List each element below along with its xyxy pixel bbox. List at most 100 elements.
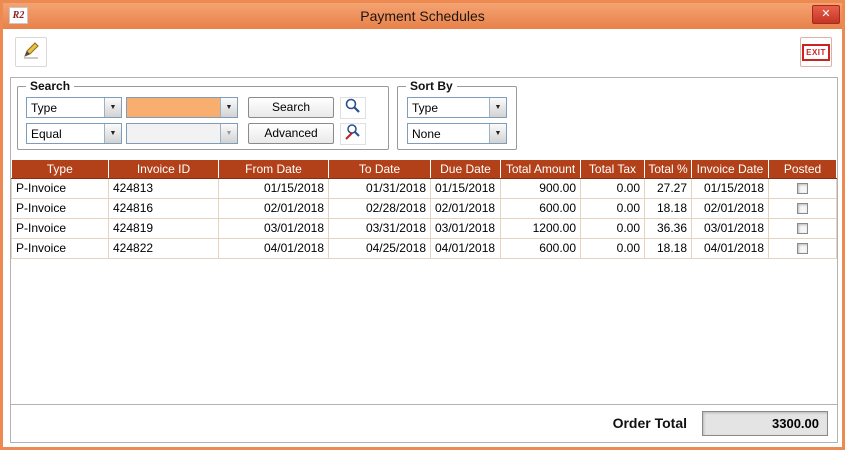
cell-to-date: 03/31/2018 — [329, 218, 431, 238]
cell-invoice-id: 424822 — [109, 238, 219, 258]
titlebar: R2 Payment Schedules ✕ — [3, 3, 842, 29]
search-field-value: Type — [27, 98, 104, 117]
cell-invoice-id: 424816 — [109, 198, 219, 218]
sortby-groupbox: Sort By Type ▼ None ▼ — [397, 86, 517, 150]
cell-invoice-date: 04/01/2018 — [692, 238, 769, 258]
cell-invoice-date: 03/01/2018 — [692, 218, 769, 238]
order-total-value: 3300.00 — [702, 411, 828, 436]
posted-checkbox[interactable] — [797, 203, 808, 214]
dropdown-arrow-icon: ▼ — [104, 98, 121, 117]
main-panel: Search Type ▼ ▼ Search Equal — [10, 77, 838, 443]
exit-icon: EXIT — [802, 44, 830, 61]
cell-total-percent: 36.36 — [645, 218, 692, 238]
cell-type: P-Invoice — [12, 178, 109, 198]
cell-due-date: 02/01/2018 — [431, 198, 501, 218]
cell-total-tax: 0.00 — [581, 198, 645, 218]
col-header-invoice-date: Invoice Date — [692, 160, 769, 178]
cell-due-date: 04/01/2018 — [431, 238, 501, 258]
cell-total-amount: 600.00 — [501, 238, 581, 258]
cell-from-date: 02/01/2018 — [219, 198, 329, 218]
search-value-text — [127, 98, 220, 117]
cell-invoice-id: 424813 — [109, 178, 219, 198]
table-header-row: Type Invoice ID From Date To Date Due Da… — [12, 160, 837, 178]
cell-invoice-date: 02/01/2018 — [692, 198, 769, 218]
table-row[interactable]: P-Invoice 424816 02/01/2018 02/28/2018 0… — [12, 198, 837, 218]
cell-posted — [769, 178, 837, 198]
search-button[interactable]: Search — [248, 97, 334, 118]
posted-checkbox[interactable] — [797, 223, 808, 234]
col-header-total-amount: Total Amount — [501, 160, 581, 178]
toolbar: EXIT — [3, 29, 842, 77]
find-button[interactable] — [340, 97, 366, 119]
dropdown-arrow-icon: ▼ — [104, 124, 121, 143]
sortby-primary-select[interactable]: Type ▼ — [407, 97, 507, 118]
cell-to-date: 01/31/2018 — [329, 178, 431, 198]
dropdown-arrow-icon: ▼ — [489, 98, 506, 117]
search-groupbox: Search Type ▼ ▼ Search Equal — [17, 86, 389, 150]
cell-total-percent: 18.18 — [645, 198, 692, 218]
search-field-select[interactable]: Type ▼ — [26, 97, 122, 118]
cell-total-tax: 0.00 — [581, 178, 645, 198]
cell-from-date: 03/01/2018 — [219, 218, 329, 238]
close-icon: ✕ — [821, 8, 830, 20]
close-button[interactable]: ✕ — [812, 5, 840, 24]
sortby-secondary-value: None — [408, 124, 489, 143]
cell-type: P-Invoice — [12, 218, 109, 238]
cell-total-percent: 27.27 — [645, 178, 692, 198]
table-row[interactable]: P-Invoice 424813 01/15/2018 01/31/2018 0… — [12, 178, 837, 198]
magnifier-icon — [344, 97, 362, 120]
cell-total-tax: 0.00 — [581, 238, 645, 258]
cell-due-date: 01/15/2018 — [431, 178, 501, 198]
cell-from-date: 04/01/2018 — [219, 238, 329, 258]
magnifier-edit-icon — [344, 123, 362, 146]
edit-button[interactable] — [15, 37, 47, 67]
search-operator-value: Equal — [27, 124, 104, 143]
cell-total-percent: 18.18 — [645, 238, 692, 258]
dropdown-arrow-icon: ▼ — [220, 98, 237, 117]
dropdown-arrow-icon: ▼ — [220, 124, 237, 143]
advanced-find-button[interactable] — [340, 123, 366, 145]
cell-total-amount: 600.00 — [501, 198, 581, 218]
search-legend: Search — [26, 79, 74, 93]
table-row[interactable]: P-Invoice 424819 03/01/2018 03/31/2018 0… — [12, 218, 837, 238]
cell-invoice-id: 424819 — [109, 218, 219, 238]
pencil-icon — [21, 40, 41, 65]
payment-schedules-window: R2 Payment Schedules ✕ EXIT Search T — [0, 0, 845, 450]
exit-button[interactable]: EXIT — [800, 37, 832, 67]
cell-total-tax: 0.00 — [581, 218, 645, 238]
col-header-total-percent: Total % — [645, 160, 692, 178]
cell-posted — [769, 238, 837, 258]
sortby-secondary-select[interactable]: None ▼ — [407, 123, 507, 144]
cell-posted — [769, 218, 837, 238]
cell-posted — [769, 198, 837, 218]
col-header-type: Type — [12, 160, 109, 178]
col-header-total-tax: Total Tax — [581, 160, 645, 178]
cell-to-date: 04/25/2018 — [329, 238, 431, 258]
search-value-input[interactable]: ▼ — [126, 97, 238, 118]
table-row[interactable]: P-Invoice 424822 04/01/2018 04/25/2018 0… — [12, 238, 837, 258]
advanced-button[interactable]: Advanced — [248, 123, 334, 144]
posted-checkbox[interactable] — [797, 183, 808, 194]
cell-invoice-date: 01/15/2018 — [692, 178, 769, 198]
search-operator-select[interactable]: Equal ▼ — [26, 123, 122, 144]
search-operator-value-input: ▼ — [126, 123, 238, 144]
cell-due-date: 03/01/2018 — [431, 218, 501, 238]
cell-total-amount: 1200.00 — [501, 218, 581, 238]
cell-total-amount: 900.00 — [501, 178, 581, 198]
order-total-label: Order Total — [613, 415, 687, 431]
col-header-invoice-id: Invoice ID — [109, 160, 219, 178]
cell-from-date: 01/15/2018 — [219, 178, 329, 198]
cell-type: P-Invoice — [12, 238, 109, 258]
dropdown-arrow-icon: ▼ — [489, 124, 506, 143]
cell-to-date: 02/28/2018 — [329, 198, 431, 218]
col-header-to-date: To Date — [329, 160, 431, 178]
posted-checkbox[interactable] — [797, 243, 808, 254]
sortby-primary-value: Type — [408, 98, 489, 117]
col-header-from-date: From Date — [219, 160, 329, 178]
search-operator-value-text — [127, 124, 220, 143]
cell-type: P-Invoice — [12, 198, 109, 218]
col-header-due-date: Due Date — [431, 160, 501, 178]
col-header-posted: Posted — [769, 160, 837, 178]
payment-schedule-table: Type Invoice ID From Date To Date Due Da… — [11, 160, 837, 259]
footer: Order Total 3300.00 — [11, 404, 837, 442]
